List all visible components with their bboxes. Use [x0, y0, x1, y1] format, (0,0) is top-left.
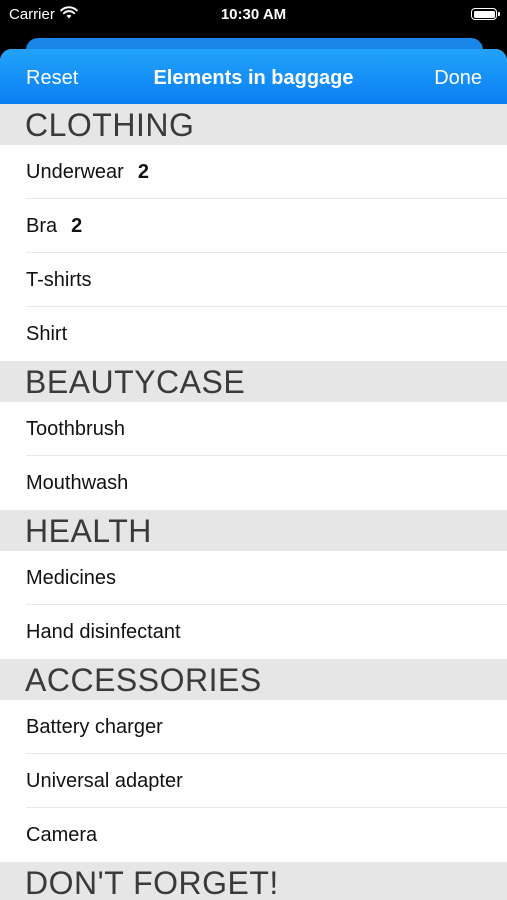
- item-name: Battery charger: [26, 715, 163, 738]
- section-header: CLOTHING: [0, 104, 507, 145]
- list-item[interactable]: Toothbrush: [0, 402, 507, 456]
- list-item[interactable]: Shirt: [0, 307, 507, 361]
- item-name: Universal adapter: [26, 769, 183, 792]
- baggage-list[interactable]: CLOTHING Underwear 2 Bra 2 T-shirts Shirt BEAUT…: [0, 104, 507, 900]
- status-bar: Carrier 10:30 AM: [0, 0, 507, 34]
- item-name: Underwear: [26, 160, 124, 183]
- list-item[interactable]: T-shirts: [0, 253, 507, 307]
- list-item[interactable]: Battery charger: [0, 700, 507, 754]
- done-button[interactable]: Done: [434, 67, 482, 90]
- item-name: Camera: [26, 823, 98, 846]
- item-name: Bra: [26, 214, 58, 237]
- item-name: Mouthwash: [26, 471, 129, 494]
- section-header: BEAUTYCASE: [0, 361, 507, 402]
- list-item[interactable]: Universal adapter: [0, 754, 507, 808]
- item-name: Hand disinfectant: [26, 620, 181, 643]
- section-header: DON'T FORGET!: [0, 862, 507, 900]
- list-item[interactable]: Hand disinfectant: [0, 605, 507, 659]
- item-name: Medicines: [26, 566, 117, 589]
- list-item[interactable]: Mouthwash: [0, 456, 507, 510]
- reset-button[interactable]: Reset: [26, 67, 78, 90]
- list-item[interactable]: Camera: [0, 808, 507, 862]
- item-count: 2: [71, 214, 83, 237]
- list-item[interactable]: Bra 2: [0, 199, 507, 253]
- list-item[interactable]: Medicines: [0, 551, 507, 605]
- status-time: 10:30 AM: [220, 6, 287, 23]
- battery-icon: [471, 8, 500, 20]
- list-item[interactable]: Underwear 2: [0, 145, 507, 199]
- section-header: HEALTH: [0, 510, 507, 551]
- item-name: T-shirts: [26, 268, 92, 291]
- section-header: ACCESSORIES: [0, 659, 507, 700]
- item-name: Shirt: [26, 322, 68, 345]
- item-count: 2: [137, 160, 149, 183]
- item-name: Toothbrush: [26, 417, 125, 440]
- navigation-bar: Reset Elements in baggage Done: [0, 49, 507, 104]
- modal-sheet: Reset Elements in baggage Done CLOTHING U…: [0, 49, 507, 900]
